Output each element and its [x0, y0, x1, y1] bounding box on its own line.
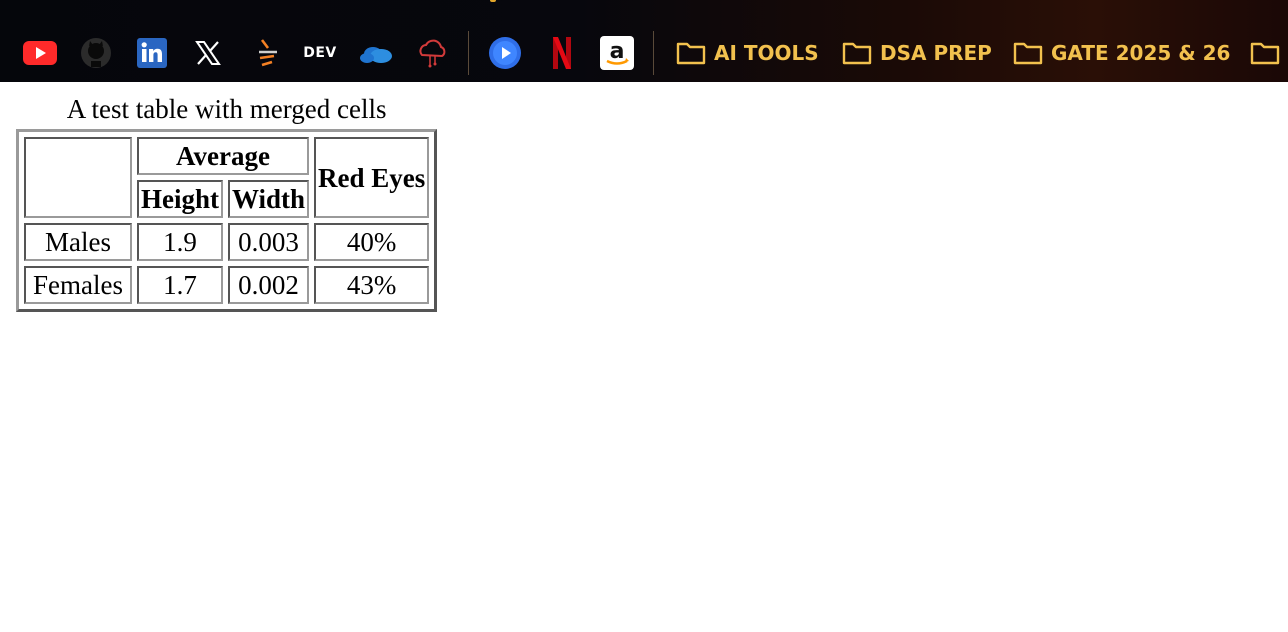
github-icon [80, 37, 112, 69]
red-eyes-cell: 40% [314, 223, 430, 261]
amazon-icon: a [600, 36, 634, 70]
table-row: Males 1.9 0.003 40% [24, 223, 430, 261]
folder-icon [676, 40, 706, 66]
onedrive-bookmark[interactable] [356, 35, 396, 71]
amazon-bookmark[interactable]: a [598, 35, 636, 71]
page-content: A test table with merged cells Average R… [16, 92, 438, 312]
github-bookmark[interactable] [78, 35, 114, 71]
folder-label: DSA PREP [880, 41, 992, 65]
stack-bookmark[interactable] [250, 35, 286, 71]
folder-icon [842, 40, 872, 66]
table-caption: A test table with merged cells [66, 94, 387, 124]
x-bookmark[interactable] [190, 35, 226, 71]
header-red-eyes: Red Eyes [314, 137, 430, 218]
merged-cells-table: A test table with merged cells Average R… [16, 92, 438, 312]
play-icon [488, 36, 522, 70]
header-average: Average [137, 137, 310, 175]
empty-corner-cell [24, 137, 132, 218]
header-height: Height [137, 180, 223, 218]
folder-gate[interactable]: GATE 2025 & 26 [1013, 35, 1230, 71]
folder-dsa-prep[interactable]: DSA PREP [842, 35, 992, 71]
folder-ai-tools[interactable]: AI TOOLS [676, 35, 819, 71]
header-width: Width [228, 180, 310, 218]
youtube-icon [23, 41, 57, 65]
width-cell: 0.002 [228, 266, 310, 304]
netflix-icon [551, 36, 573, 70]
red-eyes-cell: 43% [314, 266, 430, 304]
bookmarks-separator [653, 31, 654, 75]
linkedin-icon [137, 38, 167, 68]
bookmarks-bar: DEV a AI TOOLS DSA PREP GATE 2025 & 26 [0, 0, 1288, 82]
table-header-row: Average Red Eyes [24, 137, 430, 218]
table-row: Females 1.7 0.002 43% [24, 266, 430, 304]
onedrive-icon [359, 42, 393, 64]
height-cell: 1.9 [137, 223, 223, 261]
width-cell: 0.003 [228, 223, 310, 261]
netflix-bookmark[interactable] [544, 35, 580, 71]
folder-overflow[interactable] [1250, 35, 1280, 71]
bookmarks-separator [468, 31, 469, 75]
folder-icon [1013, 40, 1043, 66]
x-icon [195, 40, 221, 66]
cloud-circuit-icon [416, 37, 448, 69]
play-bookmark[interactable] [486, 35, 524, 71]
dev-bookmark[interactable]: DEV [302, 35, 338, 71]
stack-overflow-icon [256, 38, 280, 68]
folder-label: AI TOOLS [714, 41, 819, 65]
cloud-bookmark[interactable] [414, 35, 450, 71]
svg-text:a: a [610, 39, 625, 64]
row-label: Males [24, 223, 132, 261]
folder-icon [1250, 40, 1280, 66]
linkedin-bookmark[interactable] [134, 35, 170, 71]
dev-icon: DEV [303, 45, 337, 61]
height-cell: 1.7 [137, 266, 223, 304]
youtube-bookmark[interactable] [22, 35, 58, 71]
tab-glow [490, 0, 496, 2]
row-label: Females [24, 266, 132, 304]
folder-label: GATE 2025 & 26 [1051, 41, 1231, 65]
